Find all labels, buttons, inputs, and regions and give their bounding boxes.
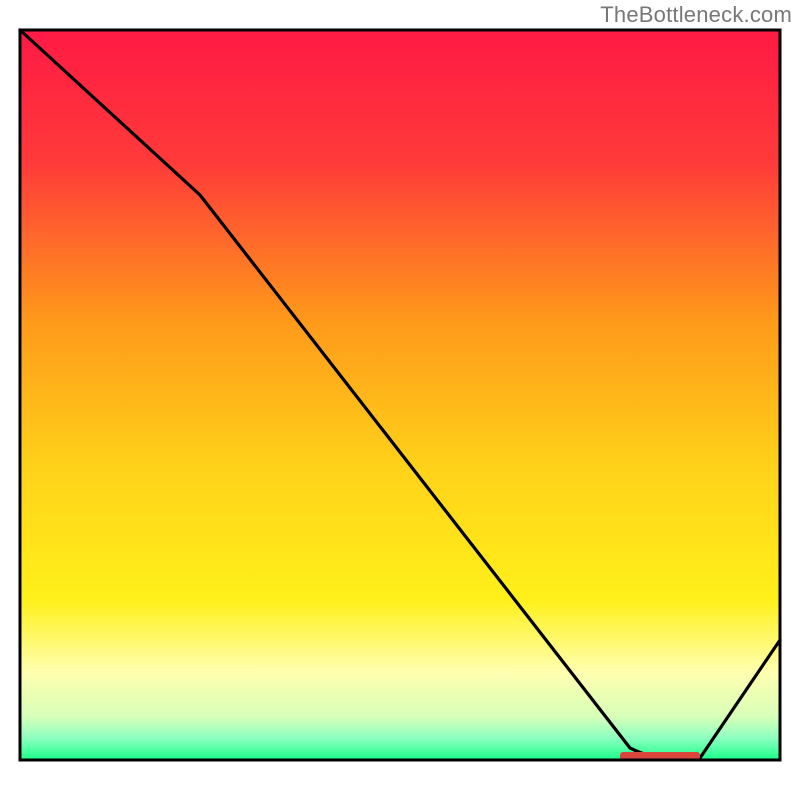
gradient-background [20,30,780,760]
watermark-text: TheBottleneck.com [600,2,792,28]
bottleneck-chart [0,0,800,800]
